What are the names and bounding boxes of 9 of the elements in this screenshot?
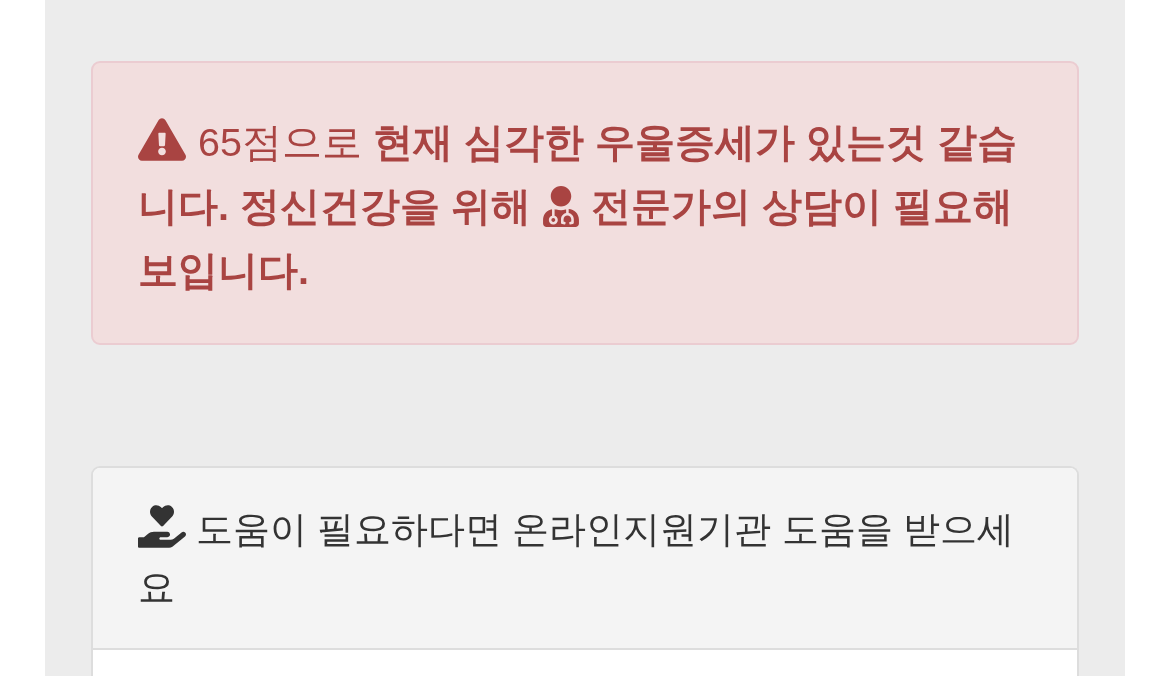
warning-icon: [138, 118, 186, 161]
alert-message: 65점으로 현재 심각한 우울증세가 있는것 같습: [198, 120, 1017, 164]
alert-message: 보입니다.: [138, 248, 309, 292]
panel-heading: 도움이 필요하다면 온라인지원기관 도움을 받으세: [196, 509, 1014, 550]
hand-heart-icon: [138, 505, 186, 548]
alert-message: 전문가의 상담이 필요해: [590, 184, 1013, 228]
panel-heading: 요: [138, 567, 175, 608]
alert-message: 니다. 정신건강을 위해: [138, 184, 531, 228]
doctor-icon: [542, 186, 579, 227]
